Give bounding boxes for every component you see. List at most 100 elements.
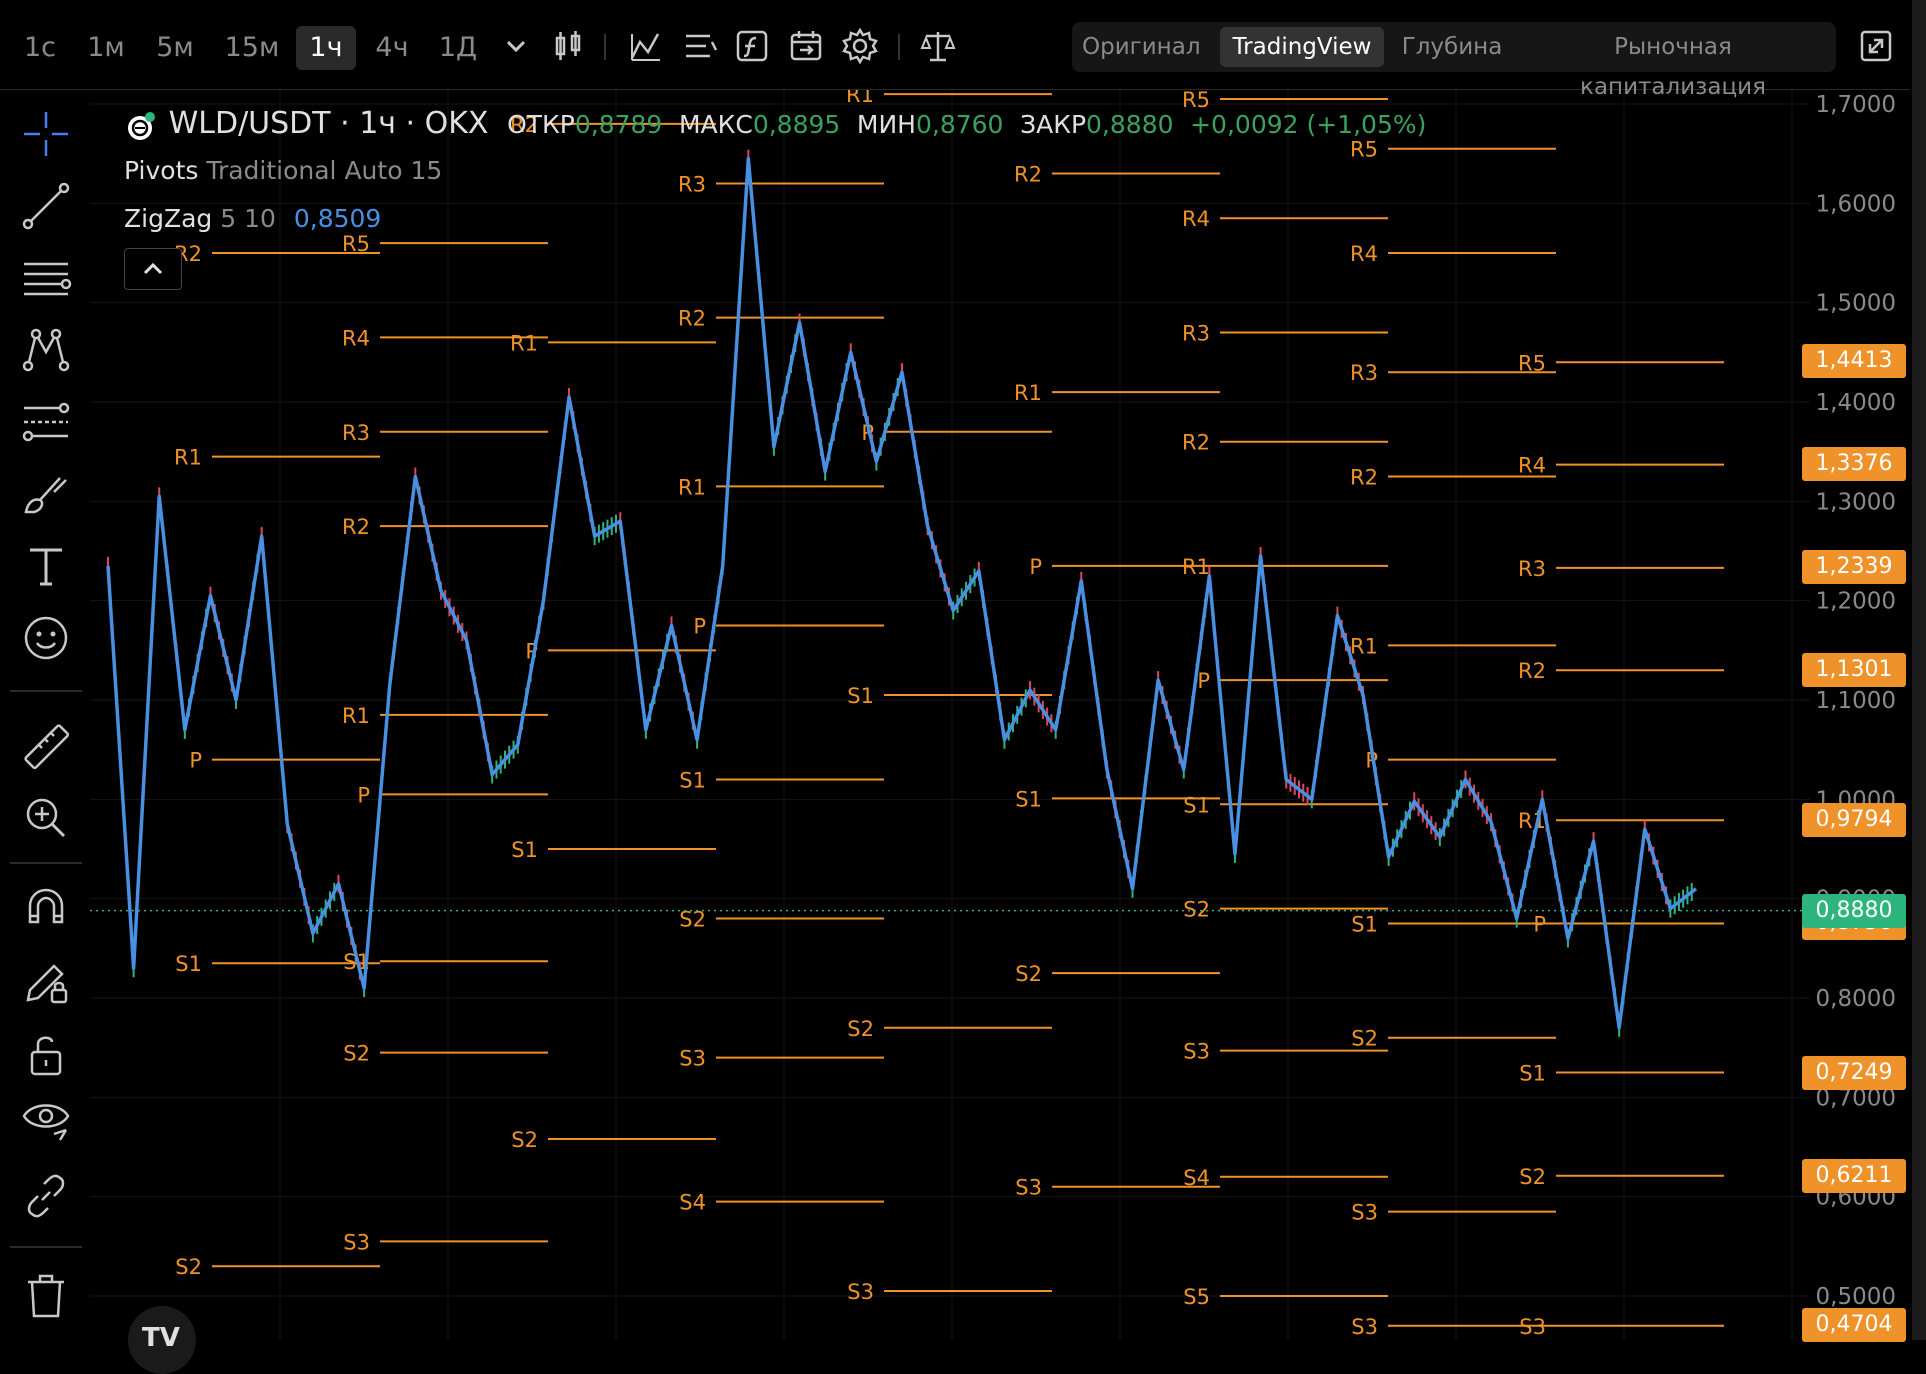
tf-1m[interactable]: 1м	[84, 26, 128, 70]
pivot-price-badge: 1,4413	[1802, 343, 1906, 378]
fullscreen-icon[interactable]	[1856, 26, 1896, 66]
pivot-level-label: S3	[679, 1047, 706, 1071]
price-chart[interactable]: 1,7000 1,6000 1,5000 1,4000 1,3000 1,2000 1,10…	[0, 0, 1926, 1340]
pivot-level-label: R4	[1518, 454, 1546, 478]
pivot-level-label: R4	[1182, 207, 1210, 231]
pivot-level-label: R4	[1350, 242, 1378, 266]
view-mode-market-cap[interactable]: Рыночная капитализация	[1520, 27, 1826, 100]
tf-5m[interactable]: 5м	[152, 26, 198, 70]
tf-1d[interactable]: 1Д	[436, 26, 480, 70]
layout-list-icon[interactable]	[680, 26, 720, 66]
zigzag-name: ZigZag	[124, 204, 213, 233]
text-tool-icon[interactable]	[18, 538, 74, 594]
balance-scale-icon[interactable]	[918, 26, 958, 66]
y-axis-tick-label: 0,5000	[1816, 1284, 1896, 1310]
pivot-level-label: R1	[174, 446, 202, 470]
scrollbar[interactable]	[1912, 0, 1926, 1340]
pivot-level-label: S2	[511, 1128, 538, 1152]
sidebar-divider	[10, 862, 82, 864]
pivot-level-label: R4	[342, 326, 370, 350]
zigzag-indicator-legend[interactable]: ZigZag 5 10 0,8509	[124, 204, 381, 233]
pivot-level-label: R3	[1518, 557, 1546, 581]
low-label: МИН	[856, 110, 916, 139]
pivot-price-badge: 1,1301	[1802, 653, 1906, 688]
y-axis-tick-label: 1,4000	[1816, 390, 1896, 416]
horizontal-lines-icon[interactable]	[18, 250, 74, 306]
pivot-level-label: P	[693, 615, 706, 639]
eye-icon[interactable]	[18, 1092, 74, 1148]
pivot-level-label: R1	[510, 331, 538, 355]
pivot-price-badge: 0,4704	[1802, 1308, 1906, 1343]
pivot-level-label: S4	[679, 1191, 706, 1215]
tf-15m[interactable]: 15м	[220, 26, 284, 70]
pivot-price-badge: 1,3376	[1802, 446, 1906, 481]
symbol-title[interactable]: WLD/USDT · 1ч · OKX	[169, 106, 489, 141]
high-value: 0,8895	[752, 110, 841, 139]
pivots-params: Traditional Auto 15	[206, 156, 443, 185]
pivot-level-label: S1	[1519, 1062, 1546, 1086]
pattern-icon[interactable]	[18, 322, 74, 378]
tf-1h[interactable]: 1ч	[296, 26, 356, 70]
pivot-level-label: S3	[1351, 1315, 1378, 1339]
tf-4h[interactable]: 4ч	[372, 26, 412, 70]
trash-icon[interactable]	[18, 1268, 74, 1324]
y-axis-tick-label: 1,5000	[1816, 291, 1896, 317]
pivot-level-label: S2	[1519, 1165, 1546, 1189]
emoji-icon[interactable]	[18, 610, 74, 666]
y-axis-tick-label: 1,3000	[1816, 489, 1896, 515]
current-price-badge: 0,8880	[1802, 893, 1906, 928]
change-value: +0,0092 (+1,05%)	[1190, 110, 1427, 139]
pivot-level-label: S2	[847, 1017, 874, 1041]
pivot-level-label: S2	[1015, 962, 1042, 986]
ruler-icon[interactable]	[18, 718, 74, 774]
y-axis-tick-label: 1,6000	[1816, 191, 1896, 217]
pivot-level-label: S1	[679, 768, 706, 792]
pivots-name: Pivots	[124, 156, 199, 185]
pivot-level-label: R2	[1014, 163, 1042, 187]
drawing-tools-sidebar	[0, 90, 90, 1340]
pivots-indicator-legend[interactable]: Pivots Traditional Auto 15	[124, 156, 442, 185]
pivot-level-label: R5	[342, 232, 370, 256]
calendar-replay-icon[interactable]	[786, 26, 826, 66]
pivot-level-label: S1	[175, 952, 202, 976]
brush-icon[interactable]	[18, 466, 74, 522]
pivot-level-label: R1	[1182, 555, 1210, 579]
trend-line-icon[interactable]	[18, 178, 74, 234]
pivot-level-label: R1	[342, 704, 370, 728]
collapse-legend-button[interactable]	[124, 248, 182, 290]
symbol-legend: WLD/USDT · 1ч · OKX ОТКР0,8789 МАКС0,889…	[124, 106, 1426, 142]
gear-icon[interactable]	[840, 26, 880, 66]
zoom-in-icon[interactable]	[18, 790, 74, 846]
indicators-icon[interactable]	[626, 26, 666, 66]
pencil-lock-icon[interactable]	[18, 954, 74, 1010]
unlock-icon[interactable]	[18, 1026, 74, 1082]
pivot-level-label: S2	[1351, 1027, 1378, 1051]
magnet-icon[interactable]	[18, 882, 74, 938]
pivot-level-label: S3	[1519, 1315, 1546, 1339]
pivot-level-label: S2	[343, 1042, 370, 1066]
pivot-level-label: P	[1029, 555, 1042, 579]
pivot-level-label: R2	[1518, 659, 1546, 683]
pivot-level-label: S3	[847, 1280, 874, 1304]
pivot-level-label: S4	[1183, 1166, 1210, 1190]
crosshair-icon[interactable]	[18, 106, 74, 162]
y-axis-tick-label: 1,7000	[1816, 92, 1896, 118]
pivot-level-label: R1	[678, 475, 706, 499]
chevron-down-icon[interactable]	[496, 26, 536, 66]
pivot-level-label: R2	[678, 307, 706, 331]
zigzag-line	[106, 156, 1698, 1030]
view-mode-original[interactable]: Оригинал	[1082, 27, 1201, 67]
candlestick-icon[interactable]	[548, 26, 588, 66]
view-mode-tradingview[interactable]: TradingView	[1220, 27, 1384, 67]
tf-1s[interactable]: 1с	[20, 26, 60, 70]
zigzag-value: 0,8509	[293, 204, 382, 233]
high-label: МАКС	[678, 110, 753, 139]
function-icon[interactable]	[732, 26, 772, 66]
view-mode-depth[interactable]: Глубина	[1394, 27, 1510, 67]
pivot-level-label: S1	[1351, 913, 1378, 937]
pivot-level-label: R1	[1518, 809, 1546, 833]
fib-retracement-icon[interactable]	[18, 394, 74, 450]
link-icon[interactable]	[18, 1168, 74, 1224]
pivot-price-badge: 0,7249	[1802, 1055, 1906, 1090]
pivot-level-label: S2	[1183, 898, 1210, 922]
